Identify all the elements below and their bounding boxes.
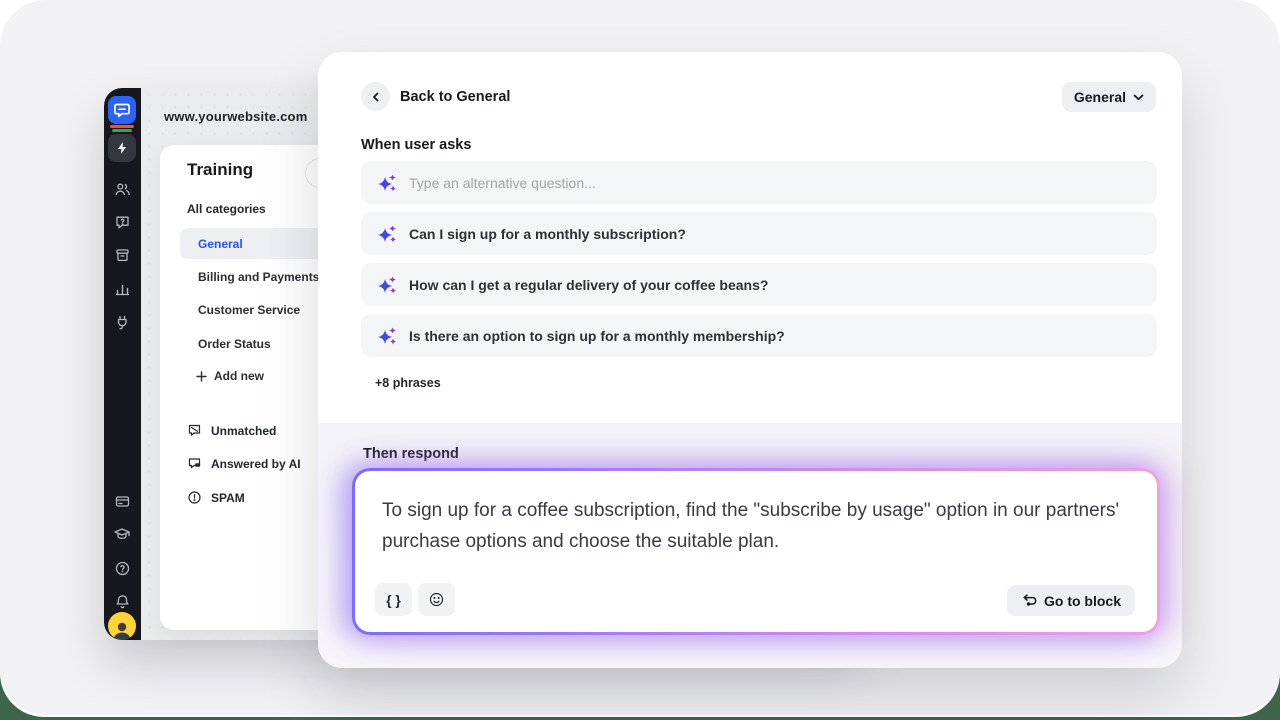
spam-icon <box>187 490 202 505</box>
then-respond-section: Then respond To sign up for a coffee sub… <box>318 423 1182 668</box>
help-icon[interactable] <box>108 554 136 582</box>
phrase-row[interactable]: Can I sign up for a monthly subscription… <box>361 212 1157 255</box>
intent-editor-card: Back to General General When user asks C… <box>318 52 1182 668</box>
go-to-block-label: Go to block <box>1044 593 1121 609</box>
sparkle-icon <box>377 224 397 244</box>
emoji-smile-icon <box>428 591 445 608</box>
answered-by-ai-icon <box>187 456 202 471</box>
back-button[interactable] <box>361 82 390 111</box>
phrase-row[interactable]: Is there an option to sign up for a mont… <box>361 314 1157 357</box>
category-label: General <box>198 237 243 251</box>
back-label: Back to General <box>400 89 510 105</box>
sparkle-icon <box>377 326 397 346</box>
credit-card-icon[interactable] <box>108 487 136 515</box>
category-dropdown-value: General <box>1074 89 1126 105</box>
plus-icon <box>196 371 207 382</box>
response-glow-frame: To sign up for a coffee subscription, fi… <box>352 468 1160 635</box>
filter-item-answered-by-ai[interactable]: Answered by AI <box>187 456 301 471</box>
bar-chart-icon[interactable] <box>108 275 136 303</box>
when-user-asks-label: When user asks <box>361 137 471 153</box>
browser-url: www.yourwebsite.com <box>164 109 307 124</box>
phrase-text: Is there an option to sign up for a mont… <box>409 328 785 344</box>
chat-logo-icon[interactable] <box>108 96 136 124</box>
more-phrases-link[interactable]: +8 phrases <box>375 376 441 390</box>
go-to-block-button[interactable]: Go to block <box>1007 585 1135 616</box>
unmatched-icon <box>187 423 202 438</box>
add-new-category-button[interactable]: Add new <box>196 369 264 383</box>
add-new-label: Add new <box>214 369 264 383</box>
emoji-button[interactable] <box>418 583 455 616</box>
then-respond-label: Then respond <box>363 446 459 462</box>
user-avatar[interactable] <box>108 612 136 640</box>
bell-icon[interactable] <box>108 587 136 615</box>
alternative-question-input[interactable] <box>409 175 1141 191</box>
go-to-block-icon <box>1021 594 1037 608</box>
category-item-customer-service[interactable]: Customer Service <box>198 303 300 317</box>
response-editor[interactable]: To sign up for a coffee subscription, fi… <box>355 471 1157 632</box>
categories-header[interactable]: All categories <box>187 202 266 216</box>
filter-label: Unmatched <box>211 424 276 438</box>
variables-button[interactable]: { } <box>375 583 412 616</box>
sparkle-icon <box>377 173 397 193</box>
filter-label: SPAM <box>211 491 245 505</box>
category-item-order-status[interactable]: Order Status <box>198 337 271 351</box>
lightning-icon[interactable] <box>108 134 136 162</box>
response-text[interactable]: To sign up for a coffee subscription, fi… <box>382 495 1142 557</box>
alternative-question-row <box>361 161 1157 204</box>
deck-layer-green <box>112 129 132 132</box>
filter-item-unmatched[interactable]: Unmatched <box>187 423 276 438</box>
training-title: Training <box>187 160 253 180</box>
deck-layer-orange <box>110 125 134 128</box>
phrase-text: Can I sign up for a monthly subscription… <box>409 226 686 242</box>
filter-item-spam[interactable]: SPAM <box>187 490 245 505</box>
people-icon[interactable] <box>108 175 136 203</box>
filter-label: Answered by AI <box>211 457 301 471</box>
category-item-billing[interactable]: Billing and Payments <box>198 270 319 284</box>
category-dropdown[interactable]: General <box>1062 82 1156 112</box>
sparkle-icon <box>377 275 397 295</box>
archive-icon[interactable] <box>108 241 136 269</box>
phrase-row[interactable]: How can I get a regular delivery of your… <box>361 263 1157 306</box>
phrase-text: How can I get a regular delivery of your… <box>409 277 768 293</box>
chat-question-icon[interactable] <box>108 208 136 236</box>
plug-icon[interactable] <box>108 308 136 336</box>
chevron-down-icon <box>1133 94 1144 101</box>
graduation-cap-icon[interactable] <box>108 520 136 548</box>
